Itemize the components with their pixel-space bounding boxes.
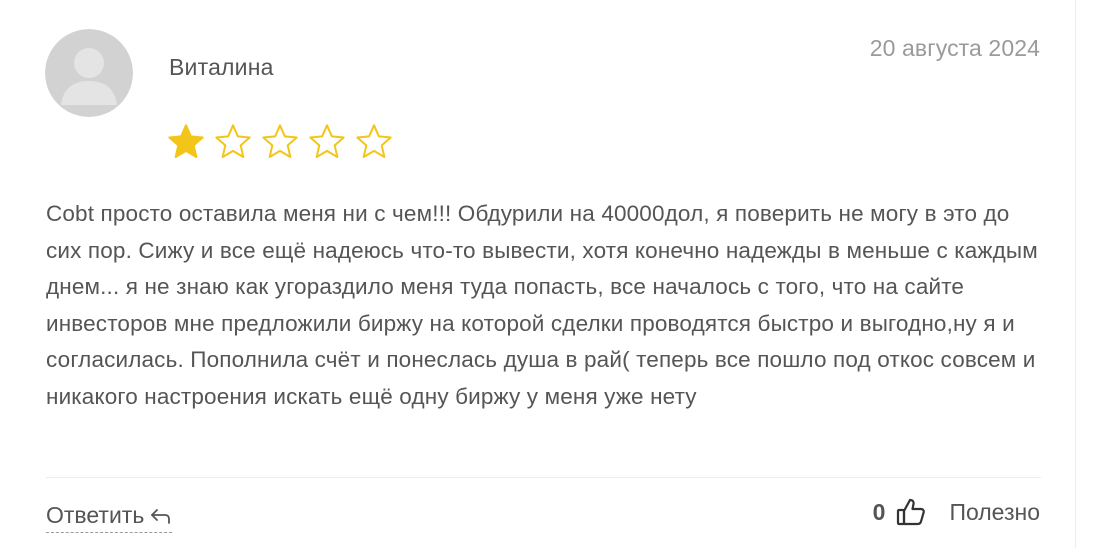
useful-label[interactable]: Полезно	[949, 499, 1040, 526]
star-outline-icon	[354, 122, 394, 162]
divider	[46, 477, 1041, 478]
review-date: 20 августа 2024	[869, 35, 1040, 61]
avatar	[45, 29, 133, 117]
reply-label: Ответить	[46, 502, 145, 528]
reply-button[interactable]: Ответить	[46, 502, 173, 533]
star-outline-icon	[260, 122, 300, 162]
author-name: Виталина	[169, 54, 274, 80]
star-outline-icon	[213, 122, 253, 162]
review-text: Cobt просто оставила меня ни с чем!!! Об…	[46, 201, 1038, 409]
useful-vote: 0 Полезно	[873, 496, 1040, 528]
star-outline-icon	[307, 122, 347, 162]
star-rating	[166, 122, 394, 162]
user-avatar-icon	[45, 29, 133, 117]
review-card: Виталина 20 августа 2024 Cobt просто ост…	[0, 0, 1076, 548]
thumbs-up-icon[interactable]	[895, 496, 927, 528]
useful-count: 0	[872, 498, 886, 525]
star-filled-icon	[166, 122, 206, 162]
reply-arrow-icon	[150, 507, 172, 525]
